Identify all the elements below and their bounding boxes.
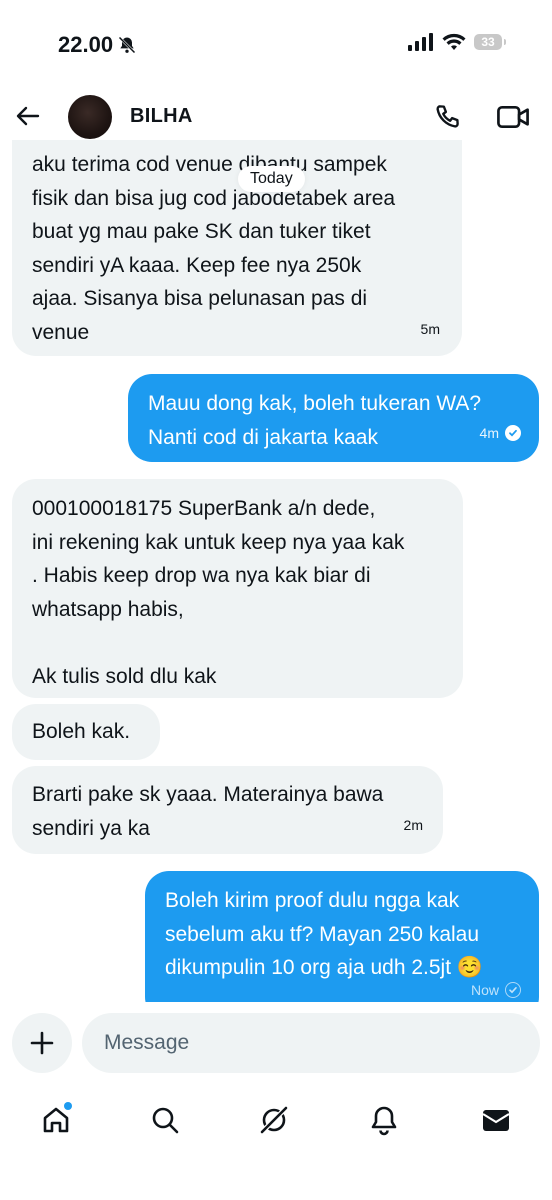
- tab-grok[interactable]: [256, 1102, 292, 1138]
- video-icon[interactable]: [496, 102, 530, 132]
- avatar[interactable]: [68, 95, 112, 139]
- search-icon: [152, 1107, 179, 1134]
- message-time: Now: [470, 981, 499, 998]
- phone-icon[interactable]: [432, 102, 462, 132]
- wifi-icon: [442, 33, 466, 50]
- cellular-signal-icon: [408, 33, 433, 51]
- read-check-icon: [505, 425, 521, 442]
- message-timestamp: 4m: [480, 417, 521, 451]
- notification-dot: [64, 1102, 72, 1110]
- battery-level: 33: [481, 35, 495, 49]
- message-timestamp: Now: [471, 974, 521, 1003]
- status-time-wrap: 22.00: [58, 32, 137, 58]
- grok-icon: [260, 1106, 288, 1134]
- message-text: 000100018175 SuperBank a/n dede, ini rek…: [32, 497, 405, 688]
- message-bubble-incoming[interactable]: Boleh kak.: [12, 704, 160, 760]
- message-text: aku terima cod venue dibantu sampek fisi…: [32, 153, 396, 344]
- tab-messages[interactable]: [478, 1102, 514, 1138]
- plus-icon: [30, 1031, 54, 1055]
- home-indicator: [188, 1174, 364, 1180]
- message-bubble-outgoing[interactable]: Mauu dong kak, boleh tukeran WA? Nanti c…: [128, 374, 539, 462]
- conversation-header: BILHA: [0, 92, 552, 140]
- message-text: Mauu dong kak, boleh tukeran WA? Nanti c…: [148, 392, 482, 449]
- message-time: 4m: [479, 424, 499, 441]
- back-arrow-icon[interactable]: [14, 102, 42, 130]
- contact-name[interactable]: BILHA: [130, 105, 193, 128]
- message-bubble-incoming[interactable]: 000100018175 SuperBank a/n dede, ini rek…: [12, 479, 463, 698]
- sent-check-icon: [505, 982, 521, 999]
- status-indicators: 33: [408, 33, 506, 51]
- message-time: 5m: [420, 320, 440, 337]
- message-bubble-incoming[interactable]: aku terima cod venue dibantu sampek fisi…: [12, 140, 462, 356]
- date-separator: Today: [238, 166, 305, 192]
- bell-off-icon: [118, 36, 136, 54]
- status-time: 22.00: [58, 32, 114, 57]
- message-composer: Message: [0, 1012, 552, 1078]
- message-timestamp: 2m: [404, 809, 423, 843]
- message-text: Boleh kirim proof dulu ngga kak sebelum …: [165, 889, 484, 979]
- message-time: 2m: [403, 816, 423, 833]
- status-bar: 22.00 33: [0, 0, 552, 90]
- message-list[interactable]: aku terima cod venue dibantu sampek fisi…: [0, 140, 552, 1002]
- tab-search[interactable]: [147, 1102, 183, 1138]
- message-input-placeholder: Message: [104, 1031, 190, 1054]
- tab-home[interactable]: [38, 1102, 74, 1138]
- battery-icon: 33: [474, 34, 506, 50]
- message-text: Boleh kak.: [32, 720, 131, 743]
- notifications-icon: [371, 1106, 397, 1136]
- message-bubble-outgoing[interactable]: Boleh kirim proof dulu ngga kak sebelum …: [145, 871, 539, 1002]
- message-text: Brarti pake sk yaaa. Materainya bawa sen…: [32, 783, 384, 840]
- message-input[interactable]: Message: [82, 1013, 540, 1073]
- messages-icon: [482, 1110, 510, 1131]
- bottom-tab-bar: [0, 1096, 552, 1144]
- add-attachment-button[interactable]: [12, 1013, 72, 1073]
- tab-notifications[interactable]: [366, 1102, 402, 1138]
- message-bubble-incoming[interactable]: Brarti pake sk yaaa. Materainya bawa sen…: [12, 766, 443, 854]
- message-timestamp: 5m: [421, 313, 440, 347]
